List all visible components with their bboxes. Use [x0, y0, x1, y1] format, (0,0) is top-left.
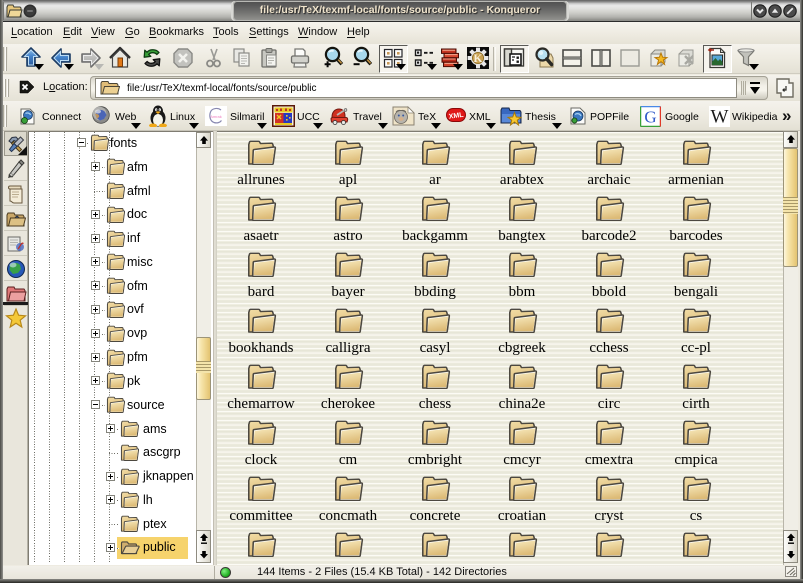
- svg-text:W: W: [711, 107, 729, 128]
- svg-text:K: K: [474, 53, 483, 65]
- svg-text:Amrak: Amrak: [210, 114, 222, 119]
- svg-text:G: G: [644, 108, 656, 127]
